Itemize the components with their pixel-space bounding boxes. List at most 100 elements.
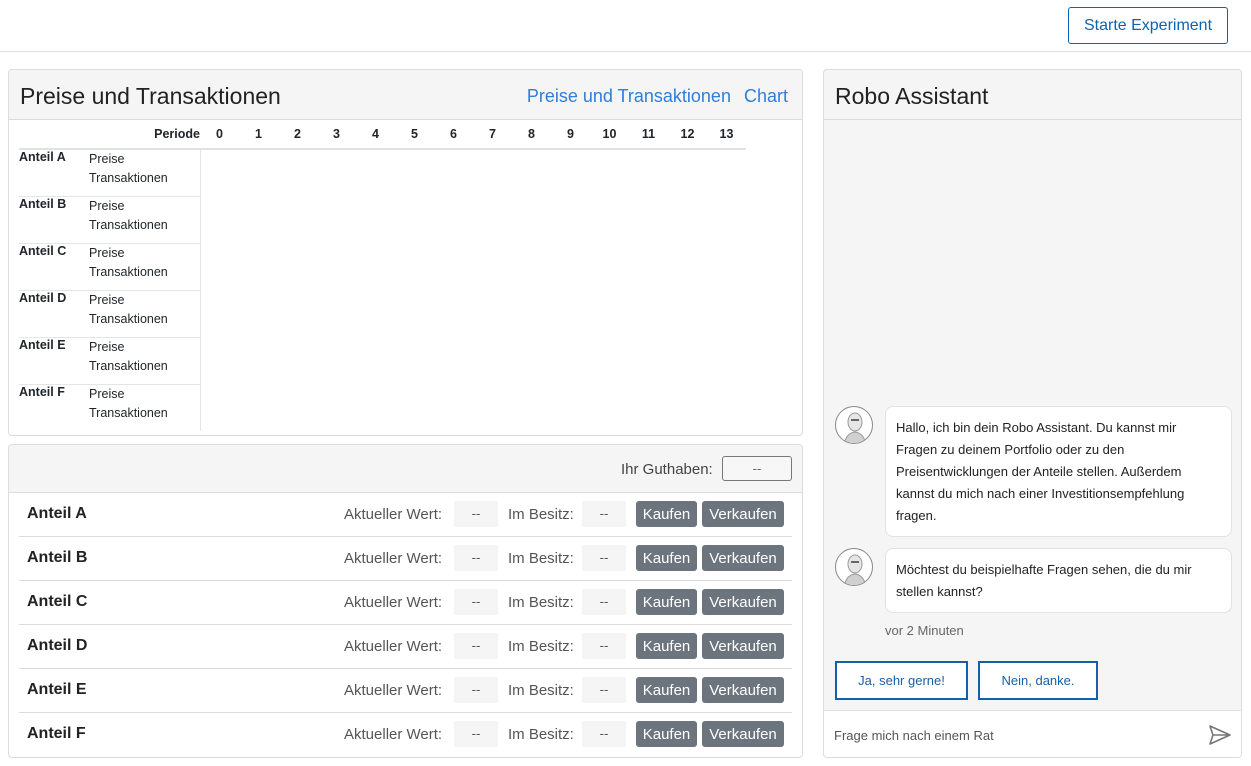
im-besitz-value: -- bbox=[582, 501, 626, 527]
period-header: 1 bbox=[239, 120, 278, 150]
period-header: 5 bbox=[395, 120, 434, 150]
transaktionen-label: Transaktionen bbox=[89, 217, 168, 232]
period-header: 0 bbox=[200, 120, 239, 150]
chat-message: Hallo, ich bin dein Robo Assistant. Du k… bbox=[885, 406, 1232, 537]
table-row: Anteil A Preise Transaktionen bbox=[19, 149, 746, 197]
anteil-name: Anteil F bbox=[27, 725, 86, 742]
aktueller-wert-label: Aktueller Wert: bbox=[344, 638, 443, 655]
anteil-name: Anteil F bbox=[19, 384, 65, 399]
period-header: 6 bbox=[434, 120, 473, 150]
no-thanks-button[interactable]: Nein, danke. bbox=[978, 661, 1098, 700]
prices-table: Periode 0 1 2 3 4 5 6 7 8 9 10 11 12 13 … bbox=[19, 120, 746, 431]
verkaufen-button[interactable]: Verkaufen bbox=[702, 721, 784, 747]
verkaufen-button[interactable]: Verkaufen bbox=[702, 633, 784, 659]
chat-message: Möchtest du beispielhafte Fragen sehen, … bbox=[885, 548, 1232, 613]
aktueller-wert-label: Aktueller Wert: bbox=[344, 506, 443, 523]
im-besitz-label: Im Besitz: bbox=[508, 682, 574, 699]
aktueller-wert-value: -- bbox=[454, 721, 498, 747]
trade-row: Anteil F Aktueller Wert: -- Im Besitz: -… bbox=[19, 713, 792, 757]
verkaufen-button[interactable]: Verkaufen bbox=[702, 589, 784, 615]
period-header: 4 bbox=[356, 120, 395, 150]
anteil-name: Anteil E bbox=[27, 681, 87, 698]
row-types: Preise Transaktionen bbox=[89, 149, 201, 197]
trade-row: Anteil A Aktueller Wert: -- Im Besitz: -… bbox=[19, 493, 792, 537]
im-besitz-value: -- bbox=[582, 721, 626, 747]
aktueller-wert-label: Aktueller Wert: bbox=[344, 726, 443, 743]
send-icon[interactable] bbox=[1209, 725, 1231, 745]
preise-label: Preise bbox=[89, 339, 125, 354]
row-types: Preise Transaktionen bbox=[89, 243, 201, 291]
top-bar: Starte Experiment bbox=[0, 0, 1251, 52]
aktueller-wert-value: -- bbox=[454, 633, 498, 659]
period-header: 9 bbox=[551, 120, 590, 150]
kaufen-button[interactable]: Kaufen bbox=[636, 545, 697, 571]
table-row: Anteil D Preise Transaktionen bbox=[19, 290, 746, 338]
tab-chart[interactable]: Chart bbox=[744, 86, 788, 106]
verkaufen-button[interactable]: Verkaufen bbox=[702, 677, 784, 703]
kaufen-button[interactable]: Kaufen bbox=[636, 721, 697, 747]
aktueller-wert-value: -- bbox=[454, 501, 498, 527]
chat-area[interactable]: Hallo, ich bin dein Robo Assistant. Du k… bbox=[824, 120, 1241, 710]
robo-assistant-card: Robo Assistant Hallo, ich bin dein Robo … bbox=[823, 69, 1242, 758]
tab-prices-transactions[interactable]: Preise und Transaktionen bbox=[527, 86, 731, 106]
anteil-name: Anteil B bbox=[27, 549, 88, 566]
transaktionen-label: Transaktionen bbox=[89, 264, 168, 279]
period-header: 2 bbox=[278, 120, 317, 150]
period-header: 13 bbox=[707, 120, 746, 150]
trade-card: Ihr Guthaben: -- Anteil A Aktueller Wert… bbox=[8, 444, 803, 758]
row-types: Preise Transaktionen bbox=[89, 196, 201, 244]
guthaben-label: Ihr Guthaben: bbox=[621, 461, 713, 478]
aktueller-wert-label: Aktueller Wert: bbox=[344, 682, 443, 699]
yes-please-button[interactable]: Ja, sehr gerne! bbox=[835, 661, 968, 700]
guthaben-value: -- bbox=[722, 456, 792, 481]
im-besitz-label: Im Besitz: bbox=[508, 550, 574, 567]
kaufen-button[interactable]: Kaufen bbox=[636, 633, 697, 659]
row-types: Preise Transaktionen bbox=[89, 384, 201, 431]
start-experiment-button[interactable]: Starte Experiment bbox=[1068, 7, 1228, 44]
anteil-name: Anteil B bbox=[19, 196, 89, 244]
table-row: Anteil F Preise Transaktionen bbox=[19, 384, 746, 431]
robo-title: Robo Assistant bbox=[835, 83, 989, 109]
preise-label: Preise bbox=[89, 292, 125, 307]
row-types: Preise Transaktionen bbox=[89, 337, 201, 385]
trade-card-header: Ihr Guthaben: -- bbox=[9, 445, 802, 493]
im-besitz-value: -- bbox=[582, 677, 626, 703]
periode-header: Periode bbox=[19, 120, 200, 150]
anteil-name: Anteil A bbox=[27, 505, 87, 522]
verkaufen-button[interactable]: Verkaufen bbox=[702, 545, 784, 571]
prices-table-header-row: Periode 0 1 2 3 4 5 6 7 8 9 10 11 12 13 bbox=[19, 120, 746, 150]
period-header: 8 bbox=[512, 120, 551, 150]
prices-view-links: Preise und Transaktionen Chart bbox=[519, 86, 788, 107]
chat-input-row bbox=[824, 710, 1241, 757]
verkaufen-button[interactable]: Verkaufen bbox=[702, 501, 784, 527]
anteil-name: Anteil A bbox=[19, 149, 89, 197]
im-besitz-value: -- bbox=[582, 589, 626, 615]
period-header: 10 bbox=[590, 120, 629, 150]
preise-label: Preise bbox=[89, 198, 125, 213]
kaufen-button[interactable]: Kaufen bbox=[636, 501, 697, 527]
prices-title: Preise und Transaktionen bbox=[20, 83, 281, 109]
row-types: Preise Transaktionen bbox=[89, 290, 201, 338]
im-besitz-label: Im Besitz: bbox=[508, 638, 574, 655]
preise-label: Preise bbox=[89, 152, 125, 166]
aktueller-wert-value: -- bbox=[454, 589, 498, 615]
transaktionen-label: Transaktionen bbox=[89, 311, 168, 326]
kaufen-button[interactable]: Kaufen bbox=[636, 589, 697, 615]
preise-label: Preise bbox=[89, 386, 125, 401]
im-besitz-value: -- bbox=[582, 633, 626, 659]
period-header: 3 bbox=[317, 120, 356, 150]
trade-row: Anteil E Aktueller Wert: -- Im Besitz: -… bbox=[19, 669, 792, 713]
trade-row: Anteil D Aktueller Wert: -- Im Besitz: -… bbox=[19, 625, 792, 669]
message-timestamp: vor 2 Minuten bbox=[885, 623, 964, 638]
trade-row: Anteil B Aktueller Wert: -- Im Besitz: -… bbox=[19, 537, 792, 581]
chat-input[interactable] bbox=[834, 723, 1194, 747]
aktueller-wert-label: Aktueller Wert: bbox=[344, 594, 443, 611]
kaufen-button[interactable]: Kaufen bbox=[636, 677, 697, 703]
anteil-name: Anteil C bbox=[19, 243, 89, 291]
robot-avatar-icon bbox=[835, 548, 873, 586]
trade-row: Anteil C Aktueller Wert: -- Im Besitz: -… bbox=[19, 581, 792, 625]
transaktionen-label: Transaktionen bbox=[89, 171, 168, 185]
period-header: 7 bbox=[473, 120, 512, 150]
im-besitz-value: -- bbox=[582, 545, 626, 571]
prices-card-header: Preise und Transaktionen Preise und Tran… bbox=[9, 70, 802, 120]
